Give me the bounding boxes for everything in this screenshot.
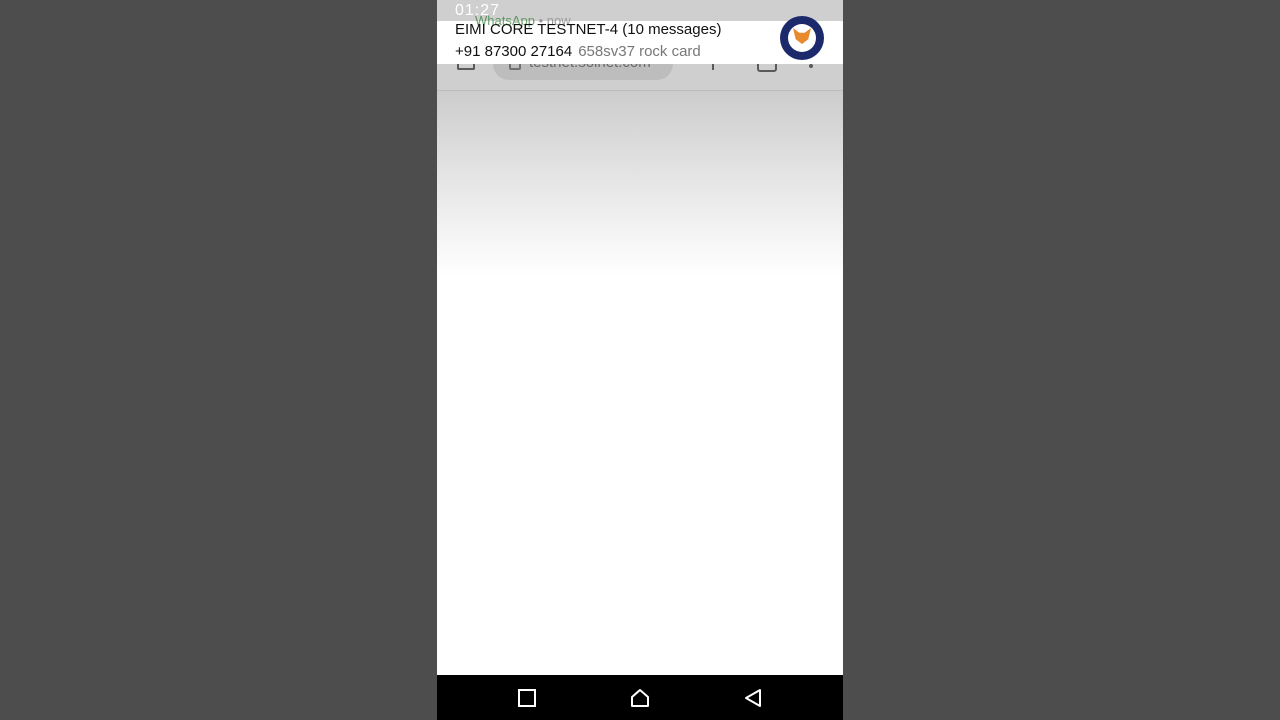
screen-backdrop: testnet.solnet.com WhatsApp • now EIMI C… (0, 0, 1280, 720)
recents-square-icon[interactable] (516, 687, 538, 709)
heads-up-notification[interactable]: WhatsApp • now EIMI CORE TESTNET-4 (10 m… (437, 13, 843, 64)
phone-screen: testnet.solnet.com WhatsApp • now EIMI C… (437, 0, 843, 720)
page-content-area (437, 91, 843, 276)
home-icon[interactable] (629, 687, 651, 709)
navigation-bar (437, 675, 843, 720)
notification-body: +91 87300 27164 658sv37 rock card (455, 43, 701, 60)
notification-sender: +91 87300 27164 (455, 43, 573, 60)
notification-title: EIMI CORE TESTNET-4 (10 messages) (455, 21, 722, 38)
metamask-fox-avatar-icon (780, 16, 824, 60)
status-bar-time: 01:27 (455, 2, 501, 19)
back-triangle-icon[interactable] (742, 687, 764, 709)
notification-message: 658sv37 rock card (578, 43, 701, 60)
